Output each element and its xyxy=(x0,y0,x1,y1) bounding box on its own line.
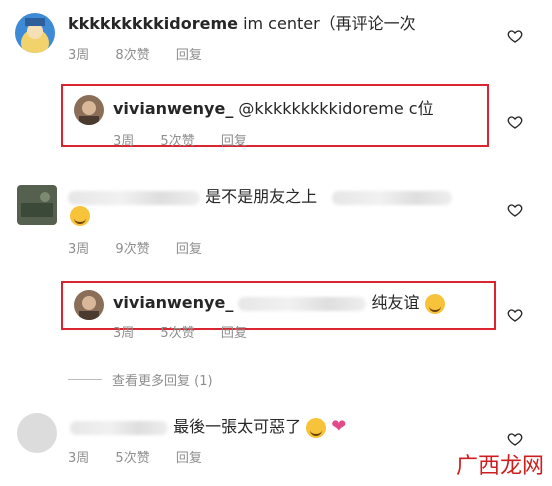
comment-meta: 3周 9次赞 回复 xyxy=(68,238,224,257)
heart-icon[interactable] xyxy=(507,202,523,218)
username-link[interactable]: vivianwenye_ xyxy=(113,293,233,312)
timestamp: 3周 xyxy=(113,134,135,149)
redacted-text xyxy=(238,296,367,311)
thinking-emoji-icon xyxy=(70,206,90,226)
comment-meta: 3周 5次赞 回复 xyxy=(68,447,224,466)
reply-button[interactable]: 回复 xyxy=(221,134,247,149)
timestamp: 3周 xyxy=(68,451,90,466)
divider-line xyxy=(68,379,102,380)
heart-emoji-icon: ❤ xyxy=(331,416,347,437)
like-count[interactable]: 8次赞 xyxy=(115,48,149,63)
like-count[interactable]: 5次赞 xyxy=(115,451,149,466)
timestamp: 3周 xyxy=(68,242,90,257)
redacted-username xyxy=(70,420,168,435)
username-link[interactable]: vivianwenye_ xyxy=(113,99,233,118)
comment-line: kkkkkkkkkidoreme im center（再评论一次 xyxy=(68,13,416,35)
redacted-username xyxy=(68,190,200,205)
avatar[interactable] xyxy=(74,290,104,320)
heart-icon[interactable] xyxy=(507,307,523,323)
comment-text: 最後一張太可惡了 xyxy=(173,417,302,436)
reply-line: vivianwenye_ 纯友谊 xyxy=(113,292,445,314)
avatar[interactable] xyxy=(15,13,55,53)
reply-meta: 3周 5次赞 回复 xyxy=(113,130,269,149)
comment-text: im center（再评论一次 xyxy=(243,14,416,33)
laughing-emoji-icon xyxy=(424,293,445,314)
timestamp: 3周 xyxy=(68,48,90,63)
heart-icon[interactable] xyxy=(507,431,523,447)
like-count[interactable]: 9次赞 xyxy=(115,242,149,257)
timestamp: 3周 xyxy=(113,326,135,341)
avatar[interactable] xyxy=(74,95,104,125)
comment-line: 是不是朋友之上 xyxy=(68,186,453,208)
reply-button[interactable]: 回复 xyxy=(176,48,202,63)
reply-button[interactable]: 回复 xyxy=(176,451,202,466)
view-more-replies-button[interactable]: 查看更多回复 (1) xyxy=(112,370,213,389)
like-count[interactable]: 5次赞 xyxy=(160,134,194,149)
avatar[interactable] xyxy=(17,413,57,453)
reply-meta: 3周 5次赞 回复 xyxy=(113,322,269,341)
comment-meta: 3周 8次赞 回复 xyxy=(68,44,224,63)
redacted-text xyxy=(332,190,453,205)
watermark: 广西龙网 xyxy=(455,454,544,479)
heart-icon[interactable] xyxy=(507,28,523,44)
reply-button[interactable]: 回复 xyxy=(221,326,247,341)
avatar[interactable] xyxy=(17,185,57,225)
reply-line: vivianwenye_ @kkkkkkkkkidoreme c位 xyxy=(113,98,434,120)
like-count[interactable]: 5次赞 xyxy=(160,326,194,341)
comment-text: @kkkkkkkkkidoreme c位 xyxy=(238,99,434,118)
reply-button[interactable]: 回复 xyxy=(176,242,202,257)
comment-line: 最後一張太可惡了 ❤ xyxy=(70,416,346,438)
comment-text: 纯友谊 xyxy=(371,293,420,312)
comment-text: 是不是朋友之上 xyxy=(205,187,318,206)
crying-emoji-icon xyxy=(306,417,327,438)
username-link[interactable]: kkkkkkkkkidoreme xyxy=(68,14,238,33)
heart-icon[interactable] xyxy=(507,114,523,130)
